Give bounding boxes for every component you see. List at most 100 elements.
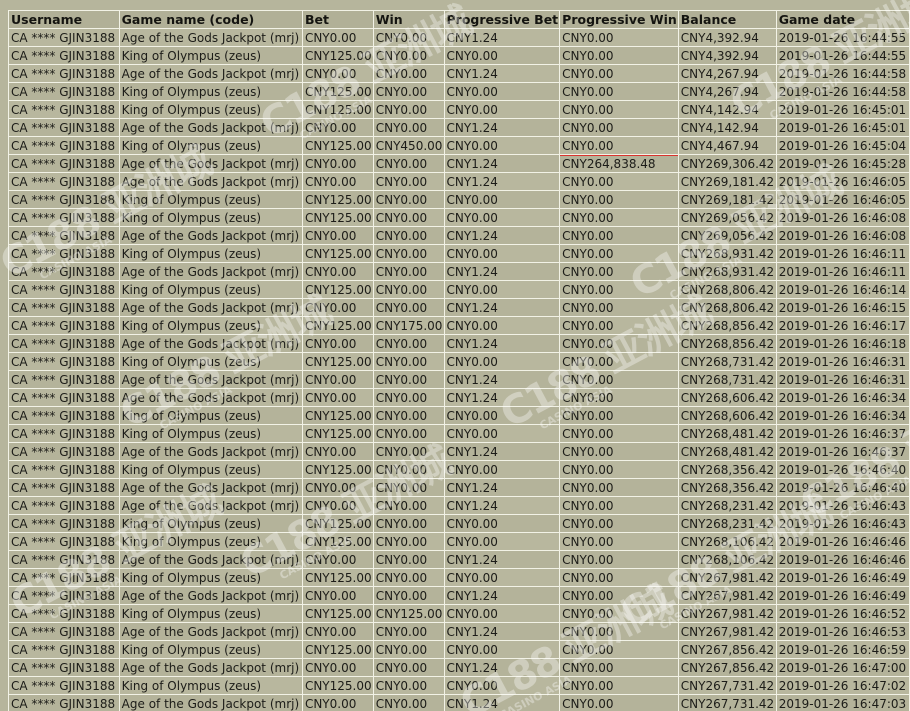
cell-progressive-bet: CNY1.24 xyxy=(443,388,561,407)
table-row[interactable]: CA **** GJIN3188 Age of the Gods Jackpot … xyxy=(8,118,910,137)
table-row[interactable]: CA **** GJIN3188 King of Olympus (zeus) CN… xyxy=(8,640,910,659)
cell-username: CA **** GJIN3188 xyxy=(8,406,120,425)
table-row[interactable]: CA **** GJIN3188 Age of the Gods Jackpot … xyxy=(8,442,910,461)
cell-progressive-win: CNY0.00 xyxy=(559,298,679,317)
cell-balance: CNY268,231.42 xyxy=(677,514,777,533)
cell-bet: CNY125.00 xyxy=(301,190,374,209)
cell-progressive-bet: CNY1.24 xyxy=(443,172,561,191)
cell-balance: CNY269,181.42 xyxy=(677,172,777,191)
cell-username: CA **** GJIN3188 xyxy=(8,676,120,695)
table-row[interactable]: CA **** GJIN3188 King of Olympus (zeus) CN… xyxy=(8,406,910,425)
table-row[interactable]: CA **** GJIN3188 King of Olympus (zeus) CN… xyxy=(8,424,910,443)
header-bet[interactable]: Bet xyxy=(301,10,374,29)
header-game-date[interactable]: Game date xyxy=(775,10,910,29)
table-row[interactable]: CA **** GJIN3188 Age of the Gods Jackpot … xyxy=(8,64,910,83)
cell-win: CNY0.00 xyxy=(372,514,445,533)
cell-bet: CNY0.00 xyxy=(301,658,374,677)
cell-game-name: King of Olympus (zeus) xyxy=(118,514,303,533)
table-row[interactable]: CA **** GJIN3188 Age of the Gods Jackpot … xyxy=(8,388,910,407)
cell-win: CNY0.00 xyxy=(372,226,445,245)
cell-progressive-win: CNY0.00 xyxy=(559,496,679,515)
cell-balance: CNY4,142.94 xyxy=(677,100,777,119)
cell-progressive-bet: CNY0.00 xyxy=(443,136,561,155)
table-body: CA **** GJIN3188 Age of the Gods Jackpot … xyxy=(8,28,910,711)
cell-username: CA **** GJIN3188 xyxy=(8,154,120,173)
cell-progressive-bet: CNY1.24 xyxy=(443,118,561,137)
table-row[interactable]: CA **** GJIN3188 King of Olympus (zeus) CN… xyxy=(8,676,910,695)
table-row[interactable]: CA **** GJIN3188 Age of the Gods Jackpot … xyxy=(8,478,910,497)
table-row[interactable]: CA **** GJIN3188 Age of the Gods Jackpot … xyxy=(8,262,910,281)
cell-progressive-win: CNY0.00 xyxy=(559,100,679,119)
cell-progressive-bet: CNY1.24 xyxy=(443,658,561,677)
cell-game-name: King of Olympus (zeus) xyxy=(118,532,303,551)
table-row[interactable]: CA **** GJIN3188 King of Olympus (zeus) CN… xyxy=(8,46,910,65)
cell-balance: CNY267,731.42 xyxy=(677,694,777,711)
cell-bet: CNY0.00 xyxy=(301,118,374,137)
table-row[interactable]: CA **** GJIN3188 King of Olympus (zeus) CN… xyxy=(8,316,910,335)
cell-username: CA **** GJIN3188 xyxy=(8,100,120,119)
table-row[interactable]: CA **** GJIN3188 Age of the Gods Jackpot … xyxy=(8,658,910,677)
table-row[interactable]: CA **** GJIN3188 King of Olympus (zeus) CN… xyxy=(8,244,910,263)
table-row[interactable]: CA **** GJIN3188 Age of the Gods Jackpot … xyxy=(8,334,910,353)
cell-game-date: 2019-01-26 16:46:52 xyxy=(775,604,910,623)
cell-balance: CNY267,981.42 xyxy=(677,568,777,587)
table-row[interactable]: CA **** GJIN3188 King of Olympus (zeus) CN… xyxy=(8,568,910,587)
table-row[interactable]: CA **** GJIN3188 King of Olympus (zeus) CN… xyxy=(8,532,910,551)
cell-game-date: 2019-01-26 16:46:43 xyxy=(775,496,910,515)
cell-balance: CNY268,106.42 xyxy=(677,550,777,569)
cell-balance: CNY268,931.42 xyxy=(677,262,777,281)
table-row[interactable]: CA **** GJIN3188 Age of the Gods Jackpot … xyxy=(8,154,910,173)
header-progressive-bet[interactable]: Progressive Bet xyxy=(443,10,561,29)
cell-bet: CNY0.00 xyxy=(301,694,374,711)
betting-history-view: Username Game name (code) Bet Win Progre… xyxy=(0,0,910,711)
cell-win: CNY0.00 xyxy=(372,298,445,317)
table-row[interactable]: CA **** GJIN3188 Age of the Gods Jackpot … xyxy=(8,622,910,641)
cell-balance: CNY4,392.94 xyxy=(677,46,777,65)
table-row[interactable]: CA **** GJIN3188 Age of the Gods Jackpot … xyxy=(8,298,910,317)
cell-balance: CNY267,981.42 xyxy=(677,604,777,623)
header-username[interactable]: Username xyxy=(8,10,120,29)
table-row[interactable]: CA **** GJIN3188 King of Olympus (zeus) CN… xyxy=(8,514,910,533)
cell-balance: CNY268,856.42 xyxy=(677,334,777,353)
table-row[interactable]: CA **** GJIN3188 Age of the Gods Jackpot … xyxy=(8,370,910,389)
table-row[interactable]: CA **** GJIN3188 King of Olympus (zeus) CN… xyxy=(8,460,910,479)
header-game-name[interactable]: Game name (code) xyxy=(118,10,303,29)
cell-game-date: 2019-01-26 16:45:01 xyxy=(775,118,910,137)
table-row[interactable]: CA **** GJIN3188 King of Olympus (zeus) CN… xyxy=(8,100,910,119)
cell-username: CA **** GJIN3188 xyxy=(8,226,120,245)
table-row[interactable]: CA **** GJIN3188 Age of the Gods Jackpot … xyxy=(8,550,910,569)
cell-game-name: Age of the Gods Jackpot (mrj) xyxy=(118,226,303,245)
table-row[interactable]: CA **** GJIN3188 King of Olympus (zeus) CN… xyxy=(8,136,910,155)
cell-win: CNY0.00 xyxy=(372,478,445,497)
cell-game-name: Age of the Gods Jackpot (mrj) xyxy=(118,622,303,641)
cell-progressive-win: CNY0.00 xyxy=(559,424,679,443)
table-row[interactable]: CA **** GJIN3188 King of Olympus (zeus) CN… xyxy=(8,280,910,299)
table-row[interactable]: CA **** GJIN3188 Age of the Gods Jackpot … xyxy=(8,694,910,711)
table-row[interactable]: CA **** GJIN3188 King of Olympus (zeus) CN… xyxy=(8,604,910,623)
cell-username: CA **** GJIN3188 xyxy=(8,172,120,191)
header-win[interactable]: Win xyxy=(372,10,445,29)
table-row[interactable]: CA **** GJIN3188 King of Olympus (zeus) CN… xyxy=(8,352,910,371)
table-row[interactable]: CA **** GJIN3188 Age of the Gods Jackpot … xyxy=(8,226,910,245)
table-row[interactable]: CA **** GJIN3188 Age of the Gods Jackpot … xyxy=(8,586,910,605)
cell-username: CA **** GJIN3188 xyxy=(8,424,120,443)
table-row[interactable]: CA **** GJIN3188 King of Olympus (zeus) CN… xyxy=(8,190,910,209)
cell-win: CNY0.00 xyxy=(372,370,445,389)
cell-game-name: King of Olympus (zeus) xyxy=(118,82,303,101)
cell-bet: CNY0.00 xyxy=(301,496,374,515)
cell-progressive-win: CNY0.00 xyxy=(559,604,679,623)
header-balance[interactable]: Balance xyxy=(677,10,777,29)
table-row[interactable]: CA **** GJIN3188 King of Olympus (zeus) CN… xyxy=(8,208,910,227)
cell-game-name: King of Olympus (zeus) xyxy=(118,676,303,695)
cell-progressive-bet: CNY0.00 xyxy=(443,460,561,479)
cell-progressive-bet: CNY0.00 xyxy=(443,640,561,659)
cell-game-date: 2019-01-26 16:47:00 xyxy=(775,658,910,677)
cell-progressive-win: CNY0.00 xyxy=(559,190,679,209)
cell-game-date: 2019-01-26 16:44:55 xyxy=(775,46,910,65)
table-row[interactable]: CA **** GJIN3188 Age of the Gods Jackpot … xyxy=(8,172,910,191)
header-progressive-win[interactable]: Progressive Win xyxy=(559,10,679,29)
table-row[interactable]: CA **** GJIN3188 King of Olympus (zeus) CN… xyxy=(8,82,910,101)
cell-progressive-win: CNY0.00 xyxy=(559,388,679,407)
table-row[interactable]: CA **** GJIN3188 Age of the Gods Jackpot … xyxy=(8,28,910,47)
table-row[interactable]: CA **** GJIN3188 Age of the Gods Jackpot … xyxy=(8,496,910,515)
